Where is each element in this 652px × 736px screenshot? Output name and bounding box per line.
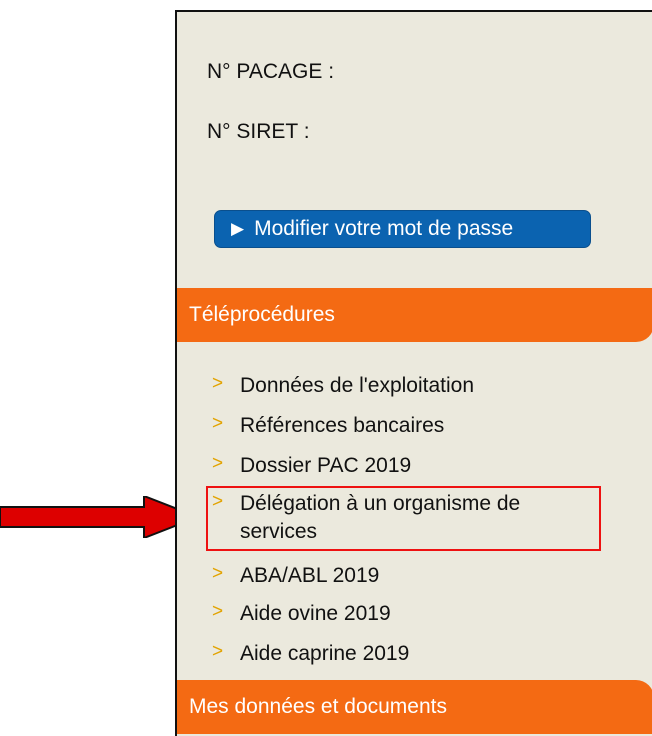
chevron-right-icon: > xyxy=(212,601,224,622)
pacage-label: N° PACAGE : xyxy=(207,60,335,83)
section-header-teleprocedures[interactable]: Téléprocédures xyxy=(177,288,652,342)
chevron-right-icon: > xyxy=(212,641,224,662)
menu-item-label: Données de l'exploitation xyxy=(240,374,475,397)
menu-item-references-bancaires[interactable]: > Références bancaires xyxy=(212,412,444,440)
highlight-box xyxy=(206,486,601,551)
menu-item-label: Aide caprine 2019 xyxy=(240,642,410,665)
red-arrow-icon xyxy=(0,496,200,538)
section-label-mes-donnees: Mes données et documents xyxy=(189,695,447,718)
menu-item-label: Dossier PAC 2019 xyxy=(240,454,412,477)
menu-item-dossier-pac[interactable]: > Dossier PAC 2019 xyxy=(212,452,411,480)
siret-label: N° SIRET : xyxy=(207,120,310,143)
menu-item-aba-abl[interactable]: > ABA/ABL 2019 xyxy=(212,562,379,590)
menu-item-label: Références bancaires xyxy=(240,414,445,437)
chevron-right-icon: > xyxy=(212,563,224,584)
section-header-mes-donnees[interactable]: Mes données et documents xyxy=(177,680,652,734)
menu-item-aide-ovine[interactable]: > Aide ovine 2019 xyxy=(212,600,391,628)
menu-item-label: Aide ovine 2019 xyxy=(240,602,391,625)
chevron-right-icon: > xyxy=(212,373,224,394)
section-label-teleprocedures: Téléprocédures xyxy=(189,303,335,326)
menu-item-label: ABA/ABL 2019 xyxy=(240,564,380,587)
change-password-label: Modifier votre mot de passe xyxy=(254,217,514,240)
chevron-right-icon: > xyxy=(212,413,224,434)
sidebar-panel: N° PACAGE : N° SIRET : ▶ Modifier votre … xyxy=(175,10,652,736)
play-icon: ▶ xyxy=(231,219,245,238)
change-password-button[interactable]: ▶ Modifier votre mot de passe xyxy=(214,210,591,248)
menu-item-donnees-exploitation[interactable]: > Données de l'exploitation xyxy=(212,372,474,400)
menu-item-aide-caprine[interactable]: > Aide caprine 2019 xyxy=(212,640,409,668)
chevron-right-icon: > xyxy=(212,453,224,474)
